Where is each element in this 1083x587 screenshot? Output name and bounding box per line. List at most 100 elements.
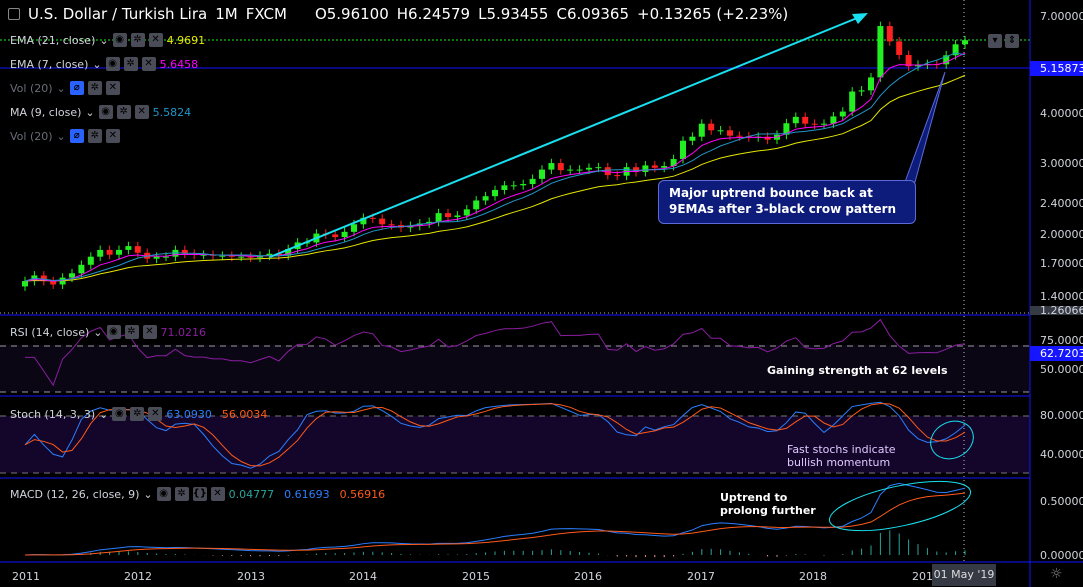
legend-macd[interactable]: MACD (12, 26, close, 9) ⌄ ◉ ✲{} ✕ 0.04777 0.61… (10, 487, 385, 501)
close-icon[interactable]: ✕ (148, 407, 163, 421)
candle-body (520, 184, 527, 186)
rsi-label: RSI (14, close) (10, 325, 90, 339)
gear-icon[interactable]: ✲ (116, 105, 131, 119)
x-tick: 201 (912, 570, 933, 583)
note-line: bullish momentum (787, 456, 891, 469)
ohlc-open: O5.96100 (314, 5, 389, 23)
stoch-k-value: 63.0930 (166, 407, 212, 421)
candle-body (379, 218, 386, 225)
ema21-value: 4.9691 (166, 33, 206, 47)
candle-body (717, 130, 724, 132)
candle-body (463, 209, 470, 216)
hidden-eye-icon[interactable]: ⌀ (69, 81, 84, 95)
eye-icon[interactable]: ◉ (112, 33, 127, 47)
crosshair-date-tag: 01 May '19 (932, 564, 996, 586)
gear-icon[interactable]: ✲ (174, 487, 189, 501)
candle-body (106, 249, 113, 255)
x-tick: 2017 (687, 570, 715, 583)
ohlc-change: +0.13265 (+2.23%) (637, 5, 789, 23)
x-tick: 2012 (124, 570, 152, 583)
candle-body (97, 249, 104, 257)
candle-body (219, 255, 226, 257)
gear-icon[interactable]: ✲ (87, 81, 102, 95)
close-icon[interactable]: ✕ (105, 81, 120, 95)
annotation-callout[interactable]: Major uptrend bounce back at 9EMAs after … (658, 180, 916, 224)
legend-ma9[interactable]: MA (9, close) ⌄ ◉ ✲ ✕ 5.5824 (10, 105, 191, 119)
arrow-down-icon[interactable]: ▾ (988, 34, 1002, 48)
candle-body (642, 165, 649, 173)
x-tick: 2015 (462, 570, 490, 583)
settings-sun-icon[interactable]: ☼ (1050, 566, 1063, 582)
candle-body (445, 213, 451, 218)
price-tick: 7.00000 (1040, 10, 1083, 23)
legend-rsi[interactable]: RSI (14, close) ⌄ ◉ ✲ ✕ 71.0216 (10, 325, 206, 339)
gear-icon[interactable]: ✲ (123, 57, 138, 71)
eye-icon[interactable]: ◉ (98, 105, 113, 119)
close-icon[interactable]: ✕ (210, 487, 225, 501)
interval: 1M (215, 5, 238, 23)
callout-line: 9EMAs after 3-black crow pattern (669, 202, 897, 216)
rsi-annotation[interactable]: Gaining strength at 62 levels (767, 364, 948, 377)
candle-body (792, 116, 799, 124)
arrows-updown-icon[interactable]: ⇕ (1005, 34, 1019, 48)
eye-icon[interactable]: ◉ (106, 325, 121, 339)
candle-body (548, 163, 555, 170)
ema7-value: 5.6458 (159, 57, 199, 71)
price-tick: 3.00000 (1040, 157, 1083, 170)
x-tick: 2018 (799, 570, 827, 583)
candle-body (529, 178, 536, 185)
collapse-icon[interactable] (8, 8, 20, 20)
candle-body (332, 234, 339, 238)
gear-icon[interactable]: ✲ (130, 33, 145, 47)
eye-icon[interactable]: ◉ (105, 57, 120, 71)
eye-icon[interactable]: ◉ (156, 487, 171, 501)
candle-body (87, 256, 94, 265)
note-line: prolong further (720, 504, 816, 517)
source: FXCM (245, 5, 287, 23)
legend-vol[interactable]: Vol (20) ⌄ ⌀ ✲ ✕ (10, 81, 120, 95)
gear-icon[interactable]: ✲ (87, 129, 102, 143)
ma9-label: MA (9, close) (10, 105, 82, 119)
symbol-name[interactable]: U.S. Dollar / Turkish Lira (28, 5, 207, 23)
x-tick: 2016 (574, 570, 602, 583)
candle-body (341, 231, 348, 238)
candle-body (247, 256, 254, 258)
candle-body (454, 215, 461, 218)
candle-body (896, 41, 903, 55)
ma9-line (24, 52, 966, 282)
candle-body (482, 196, 489, 201)
macd-annotation[interactable]: Uptrend to prolong further (720, 491, 816, 517)
candle-body (116, 249, 122, 255)
source-code-icon[interactable]: {} (192, 487, 207, 501)
stoch-label: Stoch (14, 3, 3) (10, 407, 96, 421)
legend-vol-2[interactable]: Vol (20) ⌄ ⌀ ✲ ✕ (10, 129, 120, 143)
scale-buttons: ▾ ⇕ (988, 34, 1019, 48)
gear-icon[interactable]: ✲ (130, 407, 145, 421)
rsi-value-tag: 62.7203 (1030, 346, 1083, 361)
legend-ema21[interactable]: EMA (21, close) ⌄ ◉ ✲ ✕ 4.9691 (10, 33, 205, 47)
vol-label: Vol (20) (10, 129, 53, 143)
macd-highlight-ellipse (828, 480, 972, 532)
candle-body (586, 167, 592, 170)
callout-line: Major uptrend bounce back at (669, 186, 873, 200)
candle-body (689, 136, 696, 141)
close-icon[interactable]: ✕ (134, 105, 149, 119)
close-icon[interactable]: ✕ (148, 33, 163, 47)
candle-body (567, 169, 574, 171)
eye-icon[interactable]: ◉ (112, 407, 127, 421)
gear-icon[interactable]: ✲ (124, 325, 139, 339)
legend-stoch[interactable]: Stoch (14, 3, 3) ⌄ ◉ ✲ ✕ 63.0930 56.0034 (10, 407, 267, 421)
ema7-label: EMA (7, close) (10, 57, 89, 71)
candle-body (868, 77, 874, 91)
close-icon[interactable]: ✕ (105, 129, 120, 143)
close-icon[interactable]: ✕ (142, 325, 157, 339)
candle-body (839, 111, 846, 117)
hidden-eye-icon[interactable]: ⌀ (69, 129, 84, 143)
candle-body (708, 123, 715, 131)
x-tick: 2014 (349, 570, 377, 583)
legend-ema7[interactable]: EMA (7, close) ⌄ ◉ ✲ ✕ 5.6458 (10, 57, 198, 71)
candle-body (435, 213, 442, 222)
close-icon[interactable]: ✕ (141, 57, 156, 71)
candle-body (680, 140, 686, 160)
stoch-annotation[interactable]: Fast stochs indicate bullish momentum (787, 443, 896, 469)
